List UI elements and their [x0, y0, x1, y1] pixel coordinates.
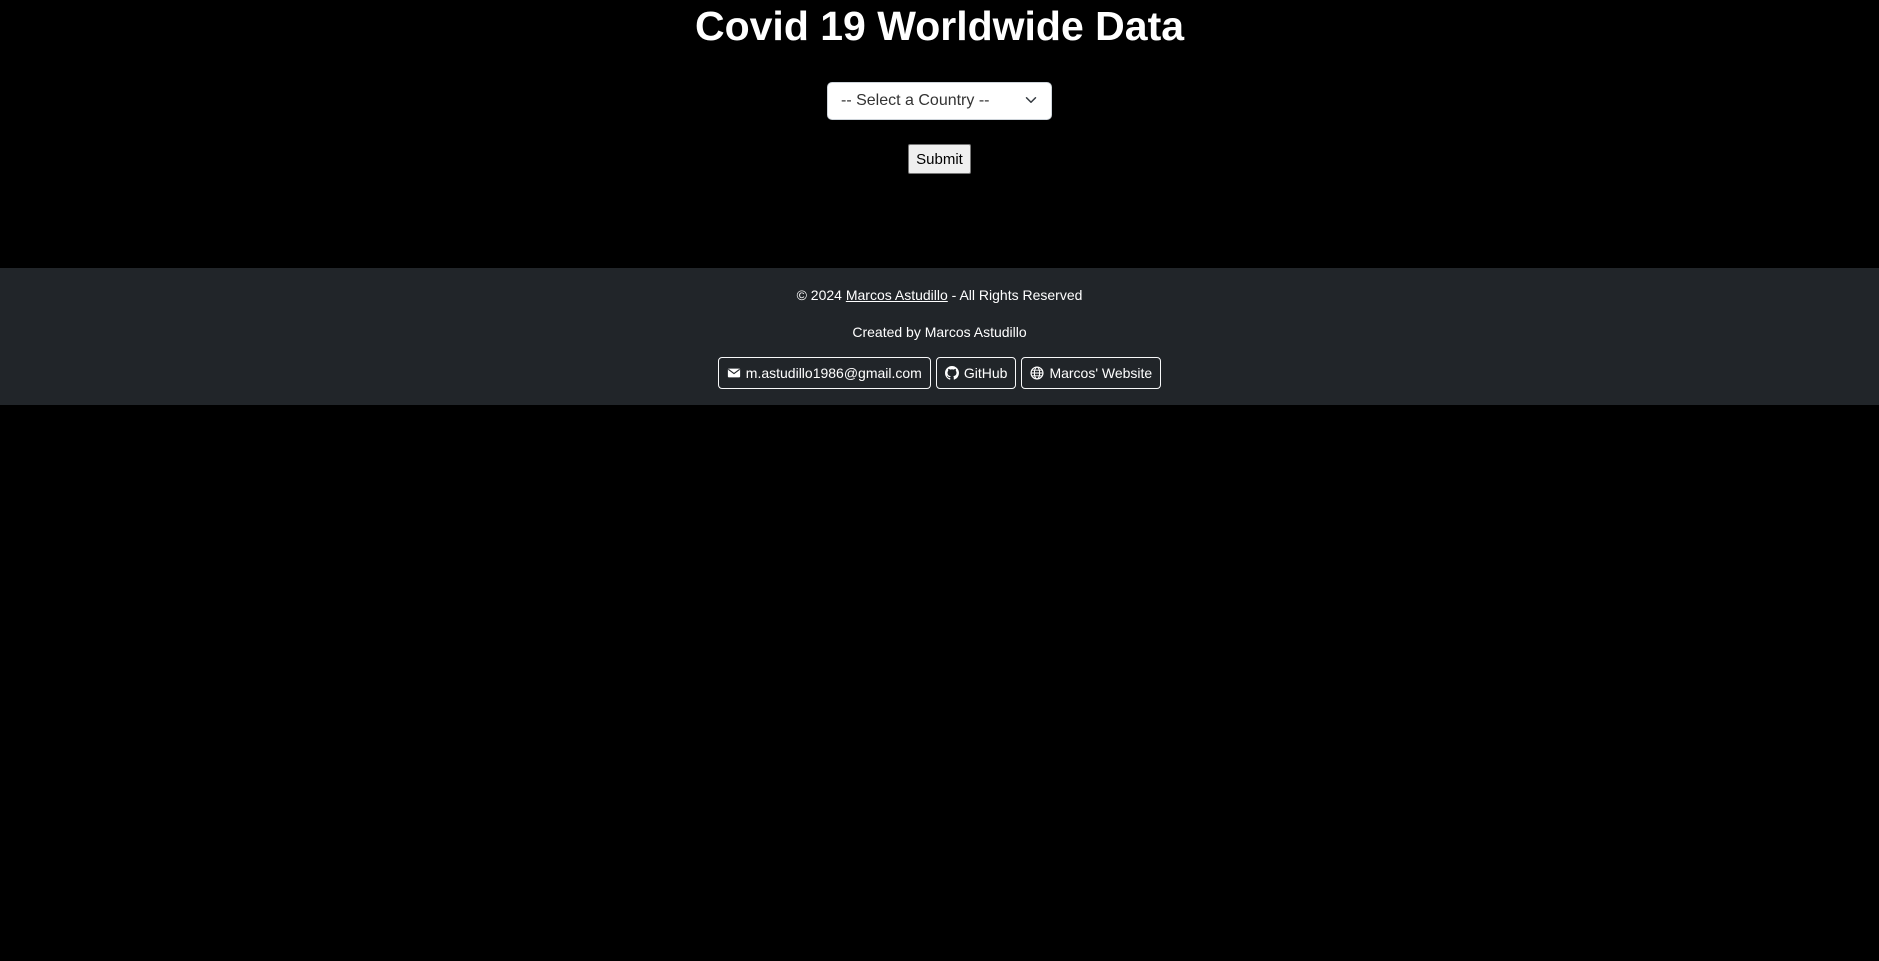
github-link-label: GitHub [963, 365, 1008, 381]
author-link[interactable]: Marcos Astudillo [846, 287, 948, 303]
page-title: Covid 19 Worldwide Data [694, 3, 1185, 49]
created-by-text: Created by Marcos Astudillo [852, 324, 1027, 340]
email-link-button[interactable]: m.astudillo1986@gmail.com [717, 357, 931, 389]
main-content: Covid 19 Worldwide Data -- Select a Coun… [0, 0, 1879, 268]
footer-links: m.astudillo1986@gmail.com GitHub Marcos'… [0, 357, 1879, 389]
copyright-line: © 2024 Marcos Astudillo - All Rights Res… [0, 268, 1879, 304]
website-link-button[interactable]: Marcos' Website [1021, 357, 1162, 389]
submit-button[interactable]: Submit [908, 144, 971, 174]
country-select[interactable]: -- Select a Country -- [827, 82, 1052, 120]
footer: © 2024 Marcos Astudillo - All Rights Res… [0, 268, 1879, 405]
globe-icon [1030, 366, 1045, 380]
github-icon [944, 366, 959, 380]
envelope-icon [727, 368, 740, 378]
country-select-value: -- Select a Country -- [841, 92, 990, 109]
email-link-label: m.astudillo1986@gmail.com [745, 365, 922, 381]
website-link-label: Marcos' Website [1049, 365, 1153, 381]
chevron-down-icon [1025, 97, 1037, 103]
copyright-prefix: © 2024 [796, 287, 846, 303]
github-link-button[interactable]: GitHub [935, 357, 1017, 389]
copyright-suffix: - All Rights Reserved [947, 287, 1083, 303]
